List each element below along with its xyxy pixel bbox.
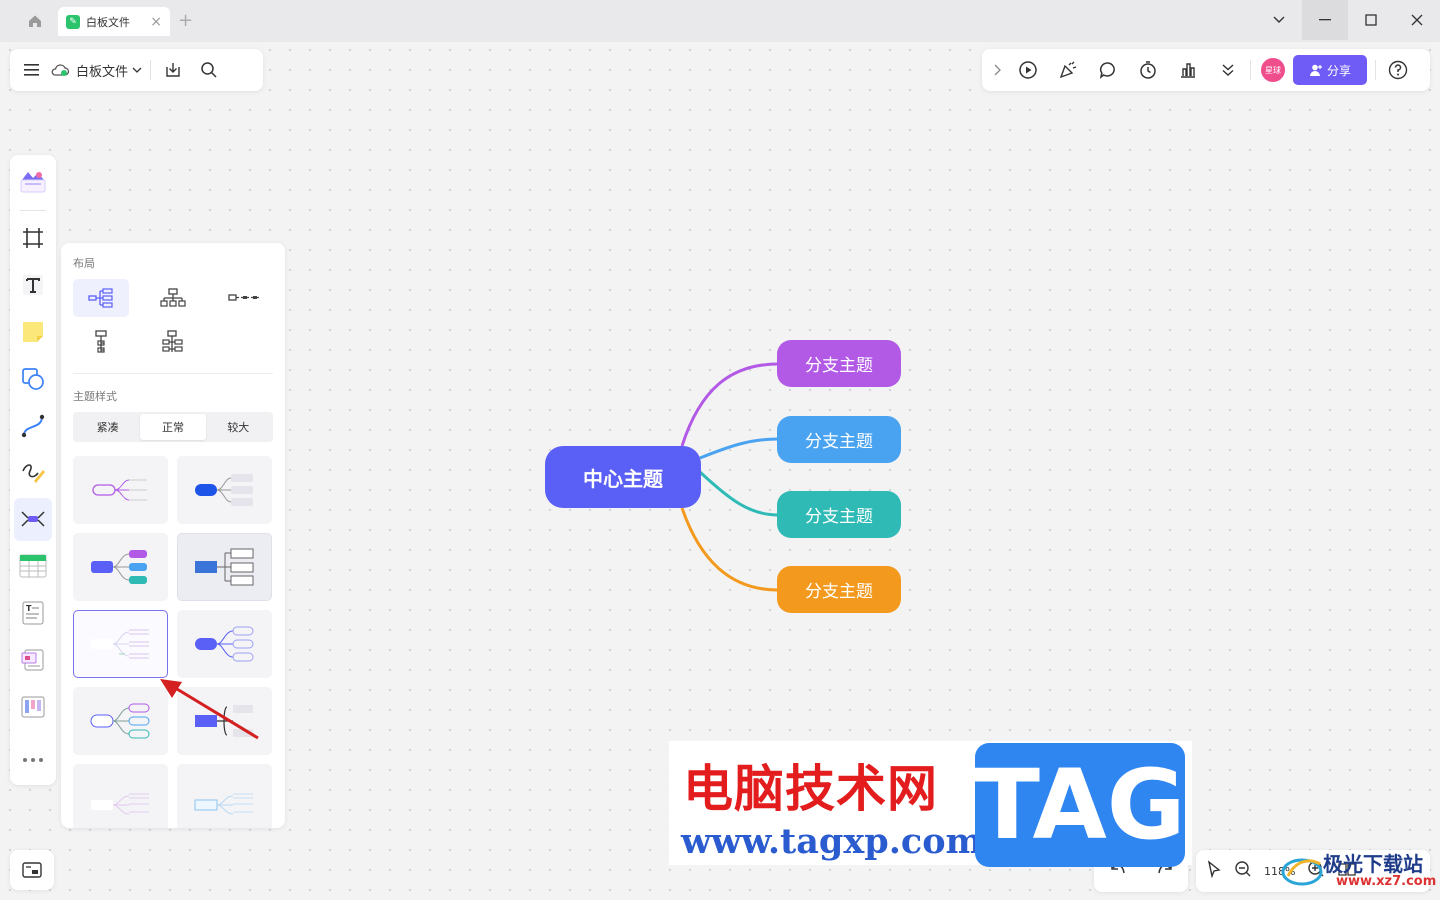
- add-user-icon: [1309, 64, 1322, 76]
- divider: [1250, 60, 1251, 80]
- mind-map-branch-node[interactable]: 分支主题: [777, 566, 901, 613]
- shape-tool-icon[interactable]: [14, 357, 52, 400]
- celebrate-icon[interactable]: [1048, 54, 1088, 86]
- expand-more-icon[interactable]: [1208, 54, 1248, 86]
- maximize-button[interactable]: [1348, 0, 1394, 40]
- watermark-site-name: 电脑技术网: [683, 759, 938, 818]
- minimap-button[interactable]: [10, 850, 54, 890]
- chevron-down-icon[interactable]: [1256, 0, 1302, 40]
- divider: [73, 373, 273, 374]
- divider: [1375, 60, 1376, 80]
- theme-option-blue-outline[interactable]: [177, 610, 272, 678]
- watermark-download-site: 极光下载站 www.xz7.com: [1278, 848, 1438, 896]
- theme-option-rainbow[interactable]: [73, 533, 168, 601]
- new-tab-button[interactable]: +: [178, 10, 193, 31]
- minimize-button[interactable]: [1302, 0, 1348, 40]
- mind-map-center-node[interactable]: 中心主题: [545, 446, 701, 508]
- density-compact-option[interactable]: 紧凑: [75, 414, 140, 440]
- chevron-right-icon[interactable]: [988, 54, 1008, 86]
- close-window-button[interactable]: [1394, 0, 1440, 40]
- image-card-icon[interactable]: [14, 638, 52, 681]
- tab-title: 白板文件: [86, 15, 130, 29]
- table-tool-icon[interactable]: [14, 545, 52, 588]
- menu-icon[interactable]: [18, 56, 46, 84]
- file-toolbar: 白板文件: [10, 49, 263, 91]
- vote-icon[interactable]: [1168, 54, 1208, 86]
- share-button[interactable]: 分享: [1293, 55, 1367, 85]
- layout-tree-icon[interactable]: [145, 323, 201, 361]
- svg-text:T: T: [26, 604, 32, 613]
- theme-option-light-lines[interactable]: [73, 610, 168, 678]
- app-logo-icon: ✎: [66, 14, 80, 29]
- density-segmented-control: 紧凑 正常 较大: [73, 412, 273, 442]
- divider: [20, 209, 46, 211]
- minimap-icon: [22, 862, 42, 878]
- theme-option-light-blue[interactable]: [177, 764, 272, 828]
- tab-close-icon[interactable]: ×: [150, 14, 162, 30]
- frame-tool-icon[interactable]: [14, 217, 52, 260]
- search-icon[interactable]: [195, 56, 223, 84]
- mind-map-branch-node[interactable]: 分支主题: [777, 491, 901, 538]
- select-pointer-icon[interactable]: [1206, 860, 1222, 882]
- mind-map-branch-node[interactable]: 分支主题: [777, 340, 901, 387]
- zoom-out-icon[interactable]: [1234, 860, 1252, 882]
- layout-timeline-icon[interactable]: [217, 279, 273, 317]
- connector-tool-icon[interactable]: [14, 404, 52, 447]
- more-tools-icon[interactable]: [14, 738, 52, 781]
- mind-map-tool-icon[interactable]: [14, 497, 52, 541]
- watermark-tag-logo: TAG: [974, 743, 1186, 867]
- sticky-note-icon[interactable]: [14, 311, 52, 354]
- timer-icon[interactable]: [1128, 54, 1168, 86]
- watermark-banner: 电脑技术网 www.tagxp.com TAG: [669, 741, 1192, 867]
- tab-whiteboard[interactable]: ✎ 白板文件 ×: [58, 7, 170, 36]
- layout-right-icon[interactable]: [73, 279, 129, 317]
- file-name-label: 白板文件: [76, 64, 129, 80]
- divider: [150, 60, 152, 80]
- template-icon[interactable]: [14, 161, 52, 204]
- mind-map-branch-node[interactable]: 分支主题: [777, 416, 901, 463]
- theme-grid: [73, 456, 273, 828]
- pen-tool-icon[interactable]: [14, 451, 52, 494]
- theme-option-boxed-blue[interactable]: [177, 533, 272, 601]
- watermark-site2-url: www.xz7.com: [1336, 874, 1437, 889]
- tool-rail: T: [10, 155, 56, 785]
- theme-option-solid-blue[interactable]: [177, 456, 272, 524]
- download-icon[interactable]: [159, 56, 187, 84]
- avatar[interactable]: 星球: [1261, 58, 1285, 82]
- layout-org-chart-icon[interactable]: [145, 279, 201, 317]
- layout-label: 布局: [73, 257, 95, 270]
- cloud-sync-icon: [46, 56, 74, 84]
- watermark-site2-name: 极光下载站: [1323, 852, 1423, 876]
- collab-toolbar: 星球 分享: [982, 49, 1430, 91]
- document-tool-icon[interactable]: T: [14, 592, 52, 635]
- comment-icon[interactable]: [1088, 54, 1128, 86]
- title-bar: ✎ 白板文件 × +: [0, 0, 1440, 42]
- theme-style-label: 主题样式: [73, 390, 117, 403]
- share-label: 分享: [1326, 63, 1351, 78]
- theme-option-outline-purple[interactable]: [73, 456, 168, 524]
- layout-vertical-icon[interactable]: [73, 323, 129, 361]
- density-large-option[interactable]: 较大: [206, 414, 271, 440]
- kanban-tool-icon[interactable]: [14, 685, 52, 728]
- theme-option-light-pastel[interactable]: [73, 764, 168, 828]
- file-name-dropdown[interactable]: 白板文件: [76, 61, 142, 80]
- annotation-arrow: [160, 679, 259, 740]
- chevron-down-icon: [132, 67, 142, 73]
- density-normal-option[interactable]: 正常: [140, 414, 206, 440]
- text-tool-icon[interactable]: [14, 264, 52, 307]
- watermark-url: www.tagxp.com: [681, 821, 983, 862]
- layout-options: [73, 279, 273, 361]
- play-icon[interactable]: [1008, 54, 1048, 86]
- aurora-logo-icon: [1281, 858, 1323, 886]
- help-icon[interactable]: [1384, 54, 1412, 86]
